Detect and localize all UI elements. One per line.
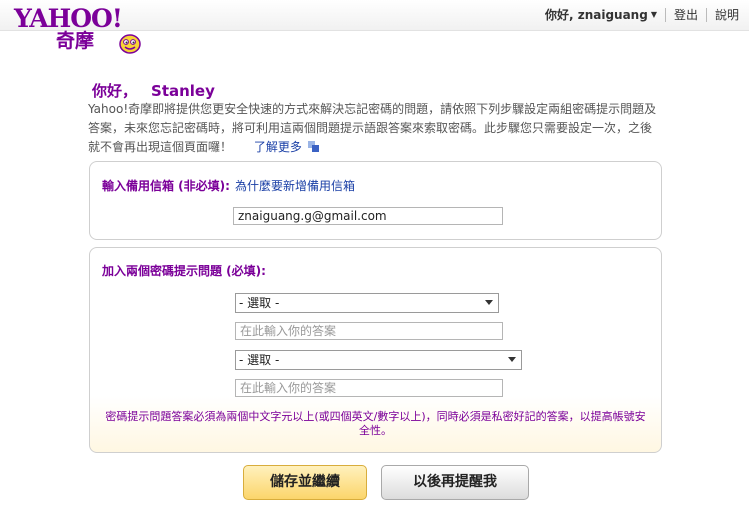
user-nav: 你好, znaiguang ▼ 登出 說明 [545, 6, 739, 23]
question-2-value: - 選取 - [239, 353, 280, 367]
answer-1-input[interactable]: 在此輸入你的答案 [235, 322, 503, 340]
learn-more-icon[interactable] [307, 141, 319, 152]
backup-email-title: 輸入備用信箱 (非必填): [102, 179, 230, 193]
answer-requirement-notice: 密碼提示問題答案必須為兩個中文字元以上(或四個英文/數字以上)，同時必須是私密好… [105, 410, 646, 437]
chevron-down-icon [485, 300, 493, 305]
intro-text: Yahoo!奇摩即將提供您更安全快速的方式來解決忘記密碼的問題，請依照下列步驟設… [88, 102, 657, 154]
logo-chinese: 奇摩 [56, 30, 95, 52]
intro-paragraph: Yahoo!奇摩即將提供您更安全快速的方式來解決忘記密碼的問題，請依照下列步驟設… [88, 100, 660, 157]
answer-2-input[interactable]: 在此輸入你的答案 [235, 379, 503, 397]
backup-email-heading: 輸入備用信箱 (非必填): 為什麼要新增備用信箱 [102, 177, 355, 194]
divider [705, 7, 707, 22]
divider [664, 7, 666, 22]
learn-more-link[interactable]: 了解更多 [254, 140, 302, 154]
user-greeting[interactable]: 你好, znaiguang [545, 6, 648, 23]
save-continue-button[interactable]: 儲存並繼續 [243, 465, 367, 500]
user-name: Stanley [151, 82, 215, 100]
smiley-icon [119, 34, 141, 54]
hello-label: 你好， [92, 82, 138, 100]
question-1-select[interactable]: - 選取 - [235, 293, 499, 313]
why-backup-link[interactable]: 為什麼要新增備用信箱 [235, 179, 355, 193]
yahoo-logo[interactable]: YAHOO! 奇摩 [14, 6, 144, 58]
questions-title: 加入兩個密碼提示問題 (必填): [102, 264, 266, 278]
question-2-select[interactable]: - 選取 - [235, 350, 522, 370]
question-1-value: - 選取 - [239, 296, 280, 310]
chevron-down-icon[interactable]: ▼ [651, 10, 657, 19]
backup-email-input[interactable]: znaiguang.g@gmail.com [233, 207, 503, 225]
help-link[interactable]: 說明 [715, 6, 739, 23]
signout-link[interactable]: 登出 [674, 6, 698, 23]
logo-wordmark: YAHOO! [14, 4, 123, 33]
chevron-down-icon [508, 357, 516, 362]
backup-email-section: 輸入備用信箱 (非必填): 為什麼要新增備用信箱 znaiguang.g@gmai… [89, 161, 662, 240]
remind-later-button[interactable]: 以後再提醒我 [381, 465, 529, 500]
security-questions-section: 加入兩個密碼提示問題 (必填): - 選取 - 在此輸入你的答案 - 選取 - … [89, 247, 662, 453]
page-title: 你好， Stanley [92, 80, 215, 101]
